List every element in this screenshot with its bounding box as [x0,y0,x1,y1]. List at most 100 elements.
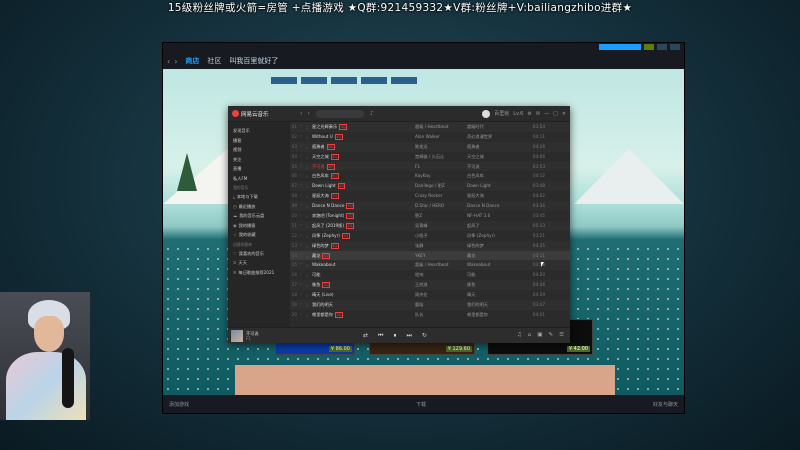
track-artist[interactable]: D.Star / HERO [413,201,465,211]
track-row[interactable]: 04 ♡ ⤓ 天空之城 SQ 宫崎骏 / 久石让 天空之城 04:06 [290,152,570,162]
track-title[interactable]: 天空之城 SQ [310,152,413,162]
track-artist[interactable]: 王贰浪 [413,280,465,290]
track-artist[interactable]: 陈奕迅 [413,142,465,152]
track-row[interactable]: 15 ♡ ⤓ Wakeabout 超级 / Heartbeat Wakeabout 03:5… [290,260,570,271]
back-icon[interactable]: ‹ [300,110,302,117]
track-artist[interactable]: 超级 / Heartbeat [413,260,465,270]
track-album[interactable]: 晴天 [465,290,527,300]
track-row[interactable]: 05 ♡ ⤓ 不可说 VIP F1 不可说 03:53 [290,161,570,172]
sidebar-item-collection[interactable]: ☆ 我的收藏 [233,230,285,240]
sidebar-item-fm[interactable]: 私人FM [233,174,285,184]
sidebar-item-video[interactable]: 视频 [233,145,285,155]
track-row[interactable]: 13 ♡ ⤓ 绿色的梦 SQ 张静 绿色的梦 04:35 [290,240,570,251]
track-row[interactable]: 16 ♡ ⤓ 可能 程响 可能 04:20 [290,270,570,280]
minimize-icon[interactable]: — [544,111,549,117]
close-button[interactable] [670,44,680,50]
track-album[interactable]: 藏龙 [465,251,527,261]
track-album[interactable]: 孤勇者 [465,142,527,152]
track-album[interactable]: 白色风车 [465,171,527,181]
track-title[interactable]: Wakeabout [310,260,413,270]
friends-chat-button[interactable]: 好友与聊天 [653,401,678,408]
track-row[interactable]: 07 ♡ ⤓ Down Light SQ Danilego / 肥Z Down Light 0… [290,181,570,192]
track-title[interactable]: 可能 [310,270,413,280]
track-album[interactable]: Down Light [465,181,527,191]
repeat-icon[interactable]: ↻ [422,332,427,340]
track-title[interactable]: 不可说 VIP [310,162,413,172]
track-title[interactable]: 星之光辉奏乐 SQ [310,122,413,132]
avatar[interactable] [482,109,491,118]
track-title[interactable]: 白色风车 SQ [310,171,413,181]
track-row[interactable]: 08 ♡ ⤓ 星辰大海 SQ Crazy Rocker 星辰大海 04:02 [290,191,570,201]
music-logo[interactable]: 网易云音乐 [232,110,294,118]
track-album[interactable]: 像鱼 [465,280,527,290]
track-title[interactable]: 风筝 (Zephyr) SQ [310,231,413,241]
tab-profile[interactable]: 叫我百里就好了 [229,56,278,66]
track-album[interactable]: 哪里都是你 [465,310,527,320]
store-menu-tab[interactable] [361,77,387,84]
maximize-icon[interactable]: □ [553,111,558,117]
track-album[interactable]: 绿色的梦 [465,241,527,251]
track-title[interactable]: 像鱼 SQ [310,280,413,290]
store-banner[interactable] [235,365,615,397]
track-artist[interactable]: 程响 [413,270,465,280]
track-artist[interactable]: 吴青峰 [413,221,465,231]
lyrics-icon[interactable]: ✎ [548,332,553,338]
sidebar-item-live[interactable]: 直播 [233,164,285,174]
track-artist[interactable]: Crazy Rocker [413,191,465,201]
track-row[interactable]: 14 ♡ ⤓ 藏龙 SQ YKEY 藏龙 03:11 [290,250,570,261]
track-artist[interactable]: 鹿晗 [413,300,465,310]
account-button[interactable] [599,44,641,50]
previous-icon[interactable]: ⏮ [378,332,383,340]
track-artist[interactable]: 肥Z [413,211,465,221]
track-album[interactable]: 起风了 [465,221,527,231]
track-album[interactable]: 超级时代 [465,122,527,132]
track-artist[interactable]: 张静 [413,241,465,251]
track-album[interactable]: 可能 [465,270,527,280]
shuffle-icon[interactable]: ⇄ [363,332,368,340]
track-artist[interactable]: Alan Walker [413,132,465,142]
track-title[interactable]: 奔跑吧 (Tonight) SQ [310,211,413,221]
playlist-queue-icon[interactable]: ☰ [559,332,564,338]
track-artist[interactable]: YKEY [413,251,465,261]
tab-community[interactable]: 社区 [207,56,221,66]
track-row[interactable]: 03 ♡ ⤓ 孤勇者 MV 陈奕迅 孤勇者 04:16 [290,141,570,152]
track-artist[interactable]: 宫崎骏 / 久石让 [413,152,465,162]
track-album[interactable]: Dance N Dance [465,201,527,211]
sidebar-item-liked[interactable]: ♡ 我喜欢的音乐 [233,249,285,259]
notification-button[interactable] [644,44,654,50]
sidebar-item-follow[interactable]: 关注 [233,155,285,165]
track-title[interactable]: 晴天 (Live) [310,290,413,300]
album-cover[interactable] [231,329,243,342]
track-album[interactable]: 天空之城 [465,152,527,162]
screen-icon[interactable]: ▣ [537,332,542,338]
track-artist[interactable]: KayKay [413,171,465,181]
microphone-icon[interactable]: ♪ [370,110,374,117]
settings-icon[interactable]: ⚙ [527,111,531,117]
track-album[interactable]: 我们的明天 [465,300,527,310]
track-row[interactable]: 20 ♡ ⤓ 哪里都是你 SQ 队长 哪里都是你 04:01 [290,310,570,320]
sound-effect-icon[interactable]: ♫ [517,332,522,338]
sidebar-item-my-podcast[interactable]: ◉ 我的播客 [233,221,285,231]
forward-icon[interactable]: › [174,57,177,66]
pause-icon[interactable]: ⏸ [393,332,396,340]
track-artist[interactable]: F1 [413,162,465,172]
minimize-button[interactable] [657,44,667,50]
sidebar-item-local[interactable]: ⤓ 本地与下载 [233,192,285,202]
next-icon[interactable]: ⏭ [406,332,411,340]
username[interactable]: 百里就 [494,110,509,117]
track-album[interactable]: 星辰大海 [465,191,527,201]
store-menu-tab[interactable] [271,77,297,84]
store-menu-tab[interactable] [391,77,417,84]
track-artist[interactable]: 周杰伦 [413,290,465,300]
track-title[interactable]: 哪里都是你 SQ [310,310,413,320]
search-input[interactable] [315,109,364,118]
track-row[interactable]: 10 ♡ ⤓ 奔跑吧 (Tonight) SQ 肥Z NF-HAT 3.0 03:45 [290,211,570,221]
track-row[interactable]: 17 ♡ ⤓ 像鱼 SQ 王贰浪 像鱼 04:46 [290,280,570,291]
track-title[interactable]: Down Light SQ [310,181,413,191]
track-row[interactable]: 02 ♡ ⤓ Without U SQ Alan Walker 奇幻浪漫世界 04:11 [290,132,570,142]
track-row[interactable]: 09 ♡ ⤓ Dance N Dance SQ D.Star / HERO Dance N … [290,201,570,212]
track-title[interactable]: 绿色的梦 SQ [310,241,413,251]
sidebar-item-playlist[interactable]: ≡ 天天 [233,258,285,268]
track-title[interactable]: 我们的明天 [310,300,413,310]
track-artist[interactable]: 超级 / Heartbeat [413,122,465,132]
